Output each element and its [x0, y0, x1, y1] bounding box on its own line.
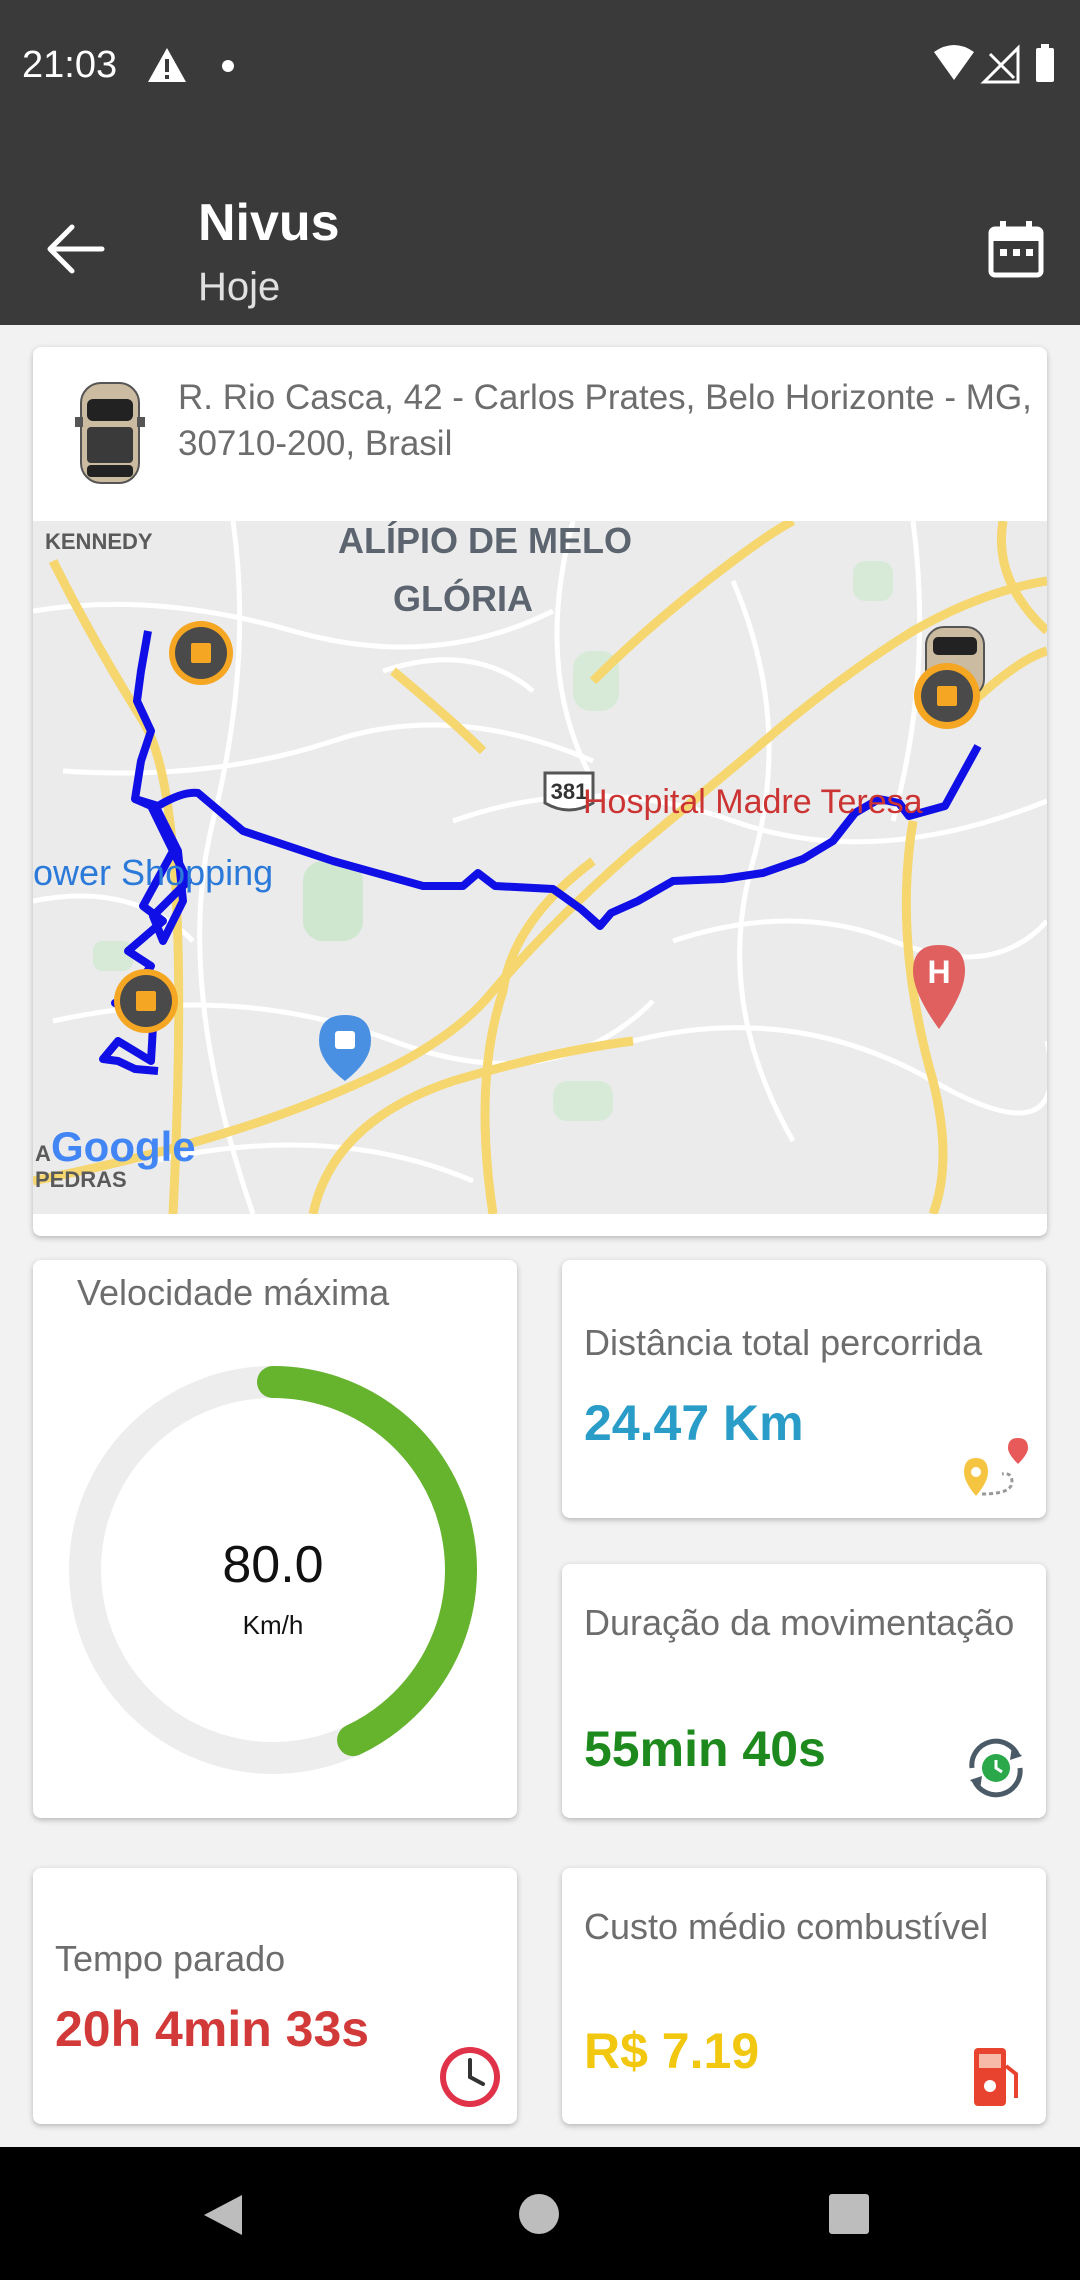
svg-text:KENNEDY: KENNEDY	[45, 529, 153, 554]
trip-map-card[interactable]: R. Rio Casca, 42 - Carlos Prates, Belo H…	[33, 347, 1047, 1236]
duration-card: Duração da movimentação 55min 40s	[562, 1564, 1046, 1818]
status-time: 21:03	[22, 44, 118, 86]
system-nav-bar	[0, 2147, 1080, 2280]
app-bar: Nivus Hoje	[0, 135, 1080, 325]
stopped-time-value: 20h 4min 33s	[55, 2001, 370, 2057]
duration-value: 55min 40s	[584, 1721, 826, 1777]
map-marker-start	[169, 621, 233, 685]
back-arrow-icon[interactable]	[46, 223, 106, 275]
content-area: R. Rio Casca, 42 - Carlos Prates, Belo H…	[0, 325, 1080, 2147]
stopped-time-label: Tempo parado	[55, 1938, 286, 1979]
max-speed-card: Velocidade máxima 80.0 Km/h	[33, 1260, 517, 1818]
distance-value: 24.47 Km	[584, 1395, 804, 1451]
svg-text:GLÓRIA: GLÓRIA	[393, 577, 533, 619]
nav-home-icon[interactable]	[518, 2193, 560, 2235]
fuel-pump-icon	[974, 2048, 1018, 2106]
trip-address: R. Rio Casca, 42 - Carlos Prates, Belo H…	[178, 378, 1032, 463]
status-bar: 21:03	[0, 0, 1080, 135]
duration-label: Duração da movimentação	[584, 1602, 1015, 1643]
car-icon	[75, 382, 145, 484]
calendar-icon[interactable]	[988, 219, 1044, 279]
max-speed-unit: Km/h	[243, 1610, 304, 1640]
max-speed-label: Velocidade máxima	[77, 1272, 390, 1313]
page-subtitle: Hoje	[198, 265, 281, 309]
svg-text:Hospital Madre Teresa: Hospital Madre Teresa	[583, 783, 923, 821]
warning-icon	[148, 48, 186, 82]
google-logo: Google	[51, 1123, 196, 1170]
svg-text:H: H	[927, 954, 950, 990]
svg-text:A: A	[35, 1141, 51, 1166]
route-distance-icon	[964, 1438, 1028, 1496]
max-speed-value: 80.0	[222, 1536, 323, 1594]
page-title: Nivus	[198, 194, 340, 252]
fuel-cost-value: R$ 7.19	[584, 2023, 760, 2079]
svg-text:PEDRAS: PEDRAS	[35, 1167, 127, 1192]
battery-icon	[1036, 48, 1054, 82]
speed-gauge: 80.0 Km/h	[69, 1366, 477, 1774]
notification-dot-icon	[222, 60, 234, 72]
wifi-icon	[934, 45, 974, 80]
route-map[interactable]: 381 H KENNEDY ALÍPIO DE MELO GLÓRIA Hosp…	[33, 516, 1047, 1216]
system-status-icons	[934, 44, 1054, 84]
svg-text:ower Shopping: ower Shopping	[33, 852, 273, 893]
map-marker-stop	[114, 969, 178, 1033]
distance-card: Distância total percorrida 24.47 Km	[562, 1260, 1046, 1518]
svg-text:381: 381	[551, 779, 588, 804]
stopped-time-card: Tempo parado 20h 4min 33s	[33, 1868, 517, 2124]
nav-back-icon[interactable]	[202, 2193, 244, 2237]
fuel-cost-card: Custo médio combustível R$ 7.19	[562, 1868, 1046, 2124]
nav-recents-icon[interactable]	[829, 2194, 869, 2234]
distance-label: Distância total percorrida	[584, 1322, 983, 1363]
clock-sync-icon	[969, 1738, 1023, 1798]
clock-icon	[440, 2047, 500, 2107]
svg-text:ALÍPIO DE MELO: ALÍPIO DE MELO	[338, 521, 632, 561]
fuel-cost-label: Custo médio combustível	[584, 1906, 989, 1947]
